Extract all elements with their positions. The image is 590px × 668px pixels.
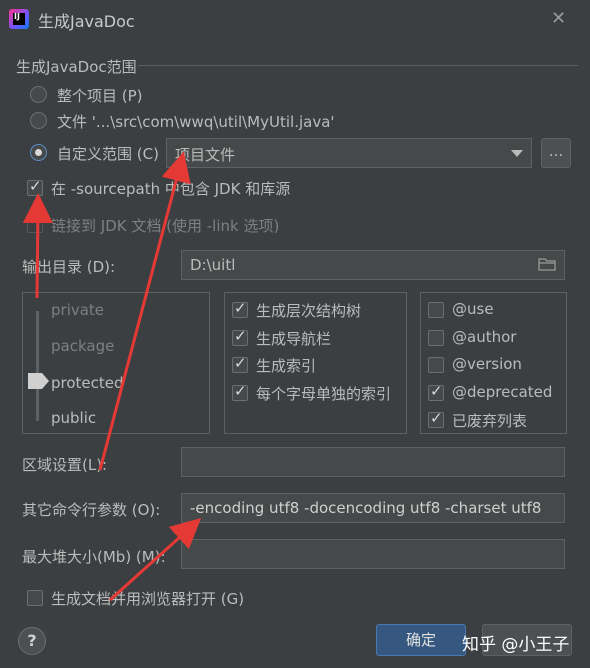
open-browser-checkbox[interactable]	[27, 590, 43, 606]
generate-option-label[interactable]: 每个字母单独的索引	[256, 383, 391, 404]
watermark: 知乎 @小王子	[462, 635, 570, 655]
max-heap-label: 最大堆大小(Mb) (M):	[22, 548, 166, 566]
scope-dropdown[interactable]: 项目文件	[166, 138, 532, 168]
max-heap-field[interactable]	[181, 539, 565, 569]
other-args-field[interactable]: -encoding utf8 -docencoding utf8 -charse…	[181, 493, 565, 523]
locale-field[interactable]	[181, 447, 565, 477]
tags-panel: @use @author @version @deprecated 已废弃列表	[420, 292, 567, 434]
intellij-app-icon: IJ	[9, 9, 29, 29]
visibility-slider-track[interactable]	[36, 311, 39, 421]
close-icon[interactable]: ✕	[551, 8, 566, 29]
author-tag-checkbox[interactable]	[428, 330, 444, 346]
file-label[interactable]: 文件 '...\src\com\wwq\util\MyUtil.java'	[57, 111, 335, 132]
help-button[interactable]: ?	[18, 627, 46, 655]
open-browser-label[interactable]: 生成文档并用浏览器打开 (G)	[51, 588, 244, 609]
visibility-level[interactable]: private	[51, 301, 104, 319]
scope-group-title: 生成JavaDoc范围	[16, 58, 137, 76]
generate-tree-checkbox[interactable]	[232, 299, 248, 318]
tag-label[interactable]: @version	[452, 355, 522, 373]
visibility-level[interactable]: protected	[51, 374, 124, 392]
whole-project-label[interactable]: 整个项目 (P)	[57, 85, 143, 106]
locale-label: 区域设置(L):	[22, 456, 108, 474]
generate-option-label[interactable]: 生成导航栏	[256, 328, 331, 349]
tag-label[interactable]: 已废弃列表	[452, 410, 527, 431]
tag-label[interactable]: @author	[452, 328, 516, 346]
visibility-slider-thumb[interactable]	[28, 373, 49, 389]
other-args-label: 其它命令行参数 (O):	[22, 501, 161, 519]
link-jdk-docs-label: 链接到 JDK 文档 (使用 -link 选项)	[51, 217, 280, 235]
include-jdk-sources-checkbox[interactable]	[27, 177, 43, 196]
version-tag-checkbox[interactable]	[428, 357, 444, 373]
chevron-down-icon	[511, 150, 523, 157]
tag-label[interactable]: @deprecated	[452, 383, 552, 401]
generate-navbar-checkbox[interactable]	[232, 327, 248, 346]
visibility-level[interactable]: public	[51, 409, 96, 427]
custom-scope-label[interactable]: 自定义范围 (C)	[57, 143, 159, 164]
generate-option-label[interactable]: 生成层次结构树	[256, 300, 361, 321]
file-radio[interactable]	[30, 112, 47, 129]
other-args-value: -encoding utf8 -docencoding utf8 -charse…	[190, 499, 542, 517]
group-divider	[138, 65, 578, 66]
output-dir-label: 输出目录 (D):	[22, 258, 116, 276]
generate-options-panel: 生成层次结构树 生成导航栏 生成索引 每个字母单独的索引	[224, 292, 407, 434]
output-dir-value: D:\uitl	[190, 256, 236, 274]
scope-more-button[interactable]: ...	[541, 138, 571, 168]
window-title: 生成JavaDoc	[38, 12, 135, 31]
separate-index-checkbox[interactable]	[232, 382, 248, 401]
generate-index-checkbox[interactable]	[232, 354, 248, 373]
generate-option-label[interactable]: 生成索引	[256, 355, 316, 376]
deprecated-tag-checkbox[interactable]	[428, 382, 444, 401]
custom-scope-radio[interactable]	[30, 144, 47, 161]
whole-project-radio[interactable]	[30, 86, 47, 103]
ok-button[interactable]: 确定	[376, 624, 466, 656]
deprecated-list-checkbox[interactable]	[428, 409, 444, 428]
output-dir-field[interactable]: D:\uitl	[181, 250, 565, 280]
link-jdk-docs-checkbox	[27, 217, 43, 233]
include-jdk-sources-label[interactable]: 在 -sourcepath 中包含 JDK 和库源	[51, 178, 290, 199]
tag-label[interactable]: @use	[452, 300, 494, 318]
scope-dropdown-value: 项目文件	[175, 146, 236, 164]
use-tag-checkbox[interactable]	[428, 302, 444, 318]
visibility-level[interactable]: package	[51, 337, 114, 355]
visibility-panel: private package protected public	[22, 292, 210, 434]
folder-icon[interactable]	[538, 257, 556, 271]
